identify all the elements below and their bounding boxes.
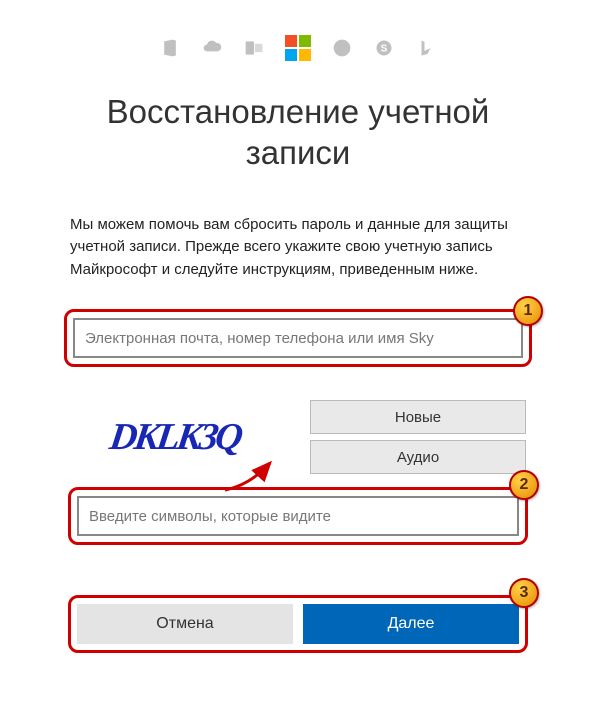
action-buttons-highlight: Отмена Далее 3 bbox=[68, 595, 528, 653]
captcha-new-button[interactable]: Новые bbox=[310, 400, 526, 434]
service-icons-row: S bbox=[60, 35, 536, 61]
xbox-icon bbox=[331, 37, 353, 59]
action-row: Отмена Далее 3 bbox=[60, 595, 536, 653]
badge-2: 2 bbox=[509, 470, 539, 500]
skype-icon: S bbox=[373, 37, 395, 59]
onedrive-icon bbox=[201, 37, 223, 59]
account-input[interactable] bbox=[73, 318, 523, 358]
bing-icon bbox=[415, 37, 437, 59]
badge-1: 1 bbox=[513, 296, 543, 326]
captcha-input[interactable] bbox=[77, 496, 519, 536]
description-text: Мы можем помочь вам сбросить пароль и да… bbox=[60, 214, 536, 282]
captcha-audio-button[interactable]: Аудио bbox=[310, 440, 526, 474]
microsoft-logo-icon bbox=[285, 35, 311, 61]
captcha-input-highlight: 2 bbox=[68, 487, 528, 545]
office-icon bbox=[159, 37, 181, 59]
next-button[interactable]: Далее bbox=[303, 604, 519, 644]
captcha-image: DKLK3Q bbox=[64, 397, 285, 477]
svg-text:S: S bbox=[381, 43, 388, 54]
outlook-icon bbox=[243, 37, 265, 59]
account-input-highlight: 1 bbox=[64, 309, 532, 367]
captcha-section: DKLK3Q Новые Аудио 2 bbox=[60, 397, 536, 545]
badge-3: 3 bbox=[509, 578, 539, 608]
page-title: Восстановление учетной записи bbox=[60, 91, 536, 174]
cancel-button[interactable]: Отмена bbox=[77, 604, 293, 644]
